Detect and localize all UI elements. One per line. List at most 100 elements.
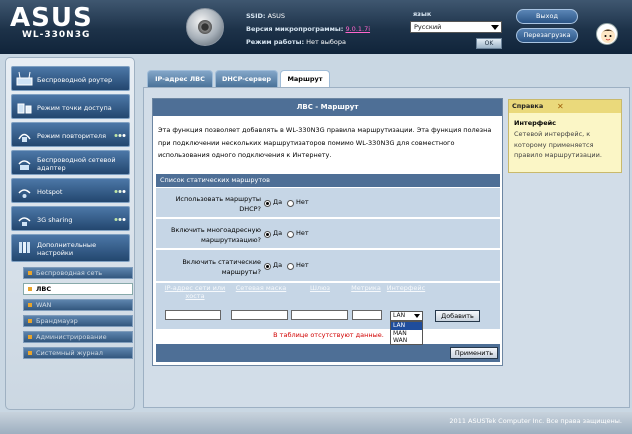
mode-label: Режим работы: bbox=[246, 38, 305, 46]
mode-value: Нет выбора bbox=[306, 38, 346, 46]
column-ip-address: IP-адрес сети или хоста bbox=[164, 284, 226, 300]
header: ASUS WL-330N3G SSID: ASUS Версия микропр… bbox=[0, 0, 632, 54]
submenu-item-administration[interactable]: Администрирование bbox=[23, 331, 133, 343]
ip-address-input[interactable] bbox=[165, 310, 221, 320]
firmware-link[interactable]: 9.0.1.7i bbox=[345, 25, 370, 33]
menu-item-label: Hotspot bbox=[37, 187, 63, 196]
help-panel: Справка ✕ Интерфейс Сетевой интерфейс, к… bbox=[508, 99, 622, 173]
menu-item-label: Беспроводной роутер bbox=[37, 75, 113, 84]
menu-item-label: 3G sharing bbox=[37, 215, 73, 224]
apply-bar: Применить bbox=[156, 344, 500, 362]
interface-value: LAN bbox=[393, 312, 406, 319]
tab-route[interactable]: Маршрут bbox=[280, 70, 330, 88]
route-panel: ЛВС - Маршрут Эта функция позволяет доба… bbox=[152, 98, 503, 366]
column-gateway: Шлюз bbox=[309, 284, 331, 292]
wireless-adapter-icon bbox=[18, 160, 31, 170]
gateway-input[interactable] bbox=[291, 310, 348, 320]
static-routes-no-radio[interactable] bbox=[287, 263, 294, 270]
submenu-item-wireless[interactable]: Беспроводная сеть bbox=[23, 267, 133, 279]
hotspot-icon bbox=[18, 189, 31, 198]
language-ok-button[interactable]: OK bbox=[476, 38, 502, 49]
menu-item-hotspot[interactable]: Hotspot bbox=[11, 178, 130, 203]
tab-dhcp-server[interactable]: DHCP-сервер bbox=[215, 70, 278, 87]
access-point-icon bbox=[17, 103, 32, 114]
signal-dots-icon bbox=[114, 190, 126, 193]
radio-label: Да bbox=[273, 198, 283, 206]
interface-option-man[interactable]: MAN bbox=[391, 330, 422, 338]
static-routes-row: Включить статические маршруты? Да Нет bbox=[156, 249, 500, 281]
radio-label: Да bbox=[273, 229, 283, 237]
menu-item-repeater[interactable]: Режим повторителя bbox=[11, 122, 130, 147]
static-routes-yes-radio[interactable] bbox=[264, 263, 271, 270]
submenu-item-firewall[interactable]: Брандмауэр bbox=[23, 315, 133, 327]
submenu-label: WAN bbox=[36, 301, 52, 309]
copyright-text: 2011 ASUSTek Computer Inc. Все права защ… bbox=[449, 417, 622, 425]
menu-item-label: Беспроводной сетевой адаптер bbox=[37, 155, 116, 172]
bullet-icon bbox=[28, 319, 32, 323]
multicast-routing-label: Включить многоадресную маршрутизацию? bbox=[170, 226, 261, 244]
device-info: SSID: ASUS Версия микропрограммы: 9.0.1.… bbox=[246, 10, 370, 49]
signal-dots-icon bbox=[114, 134, 126, 137]
bullet-icon bbox=[28, 287, 32, 291]
submenu-label: Брандмауэр bbox=[36, 317, 78, 325]
ssid-label: SSID: bbox=[246, 12, 266, 20]
3g-sharing-icon bbox=[18, 217, 31, 226]
router-device-icon bbox=[186, 8, 224, 46]
add-route-button[interactable]: Добавить bbox=[435, 310, 480, 322]
language-select[interactable]: Русский bbox=[410, 21, 502, 33]
column-netmask: Сетевая маска bbox=[235, 284, 287, 292]
bullet-icon bbox=[28, 303, 32, 307]
router-icon bbox=[16, 71, 33, 86]
logout-button[interactable]: Выход bbox=[516, 9, 578, 24]
apply-button[interactable]: Применить bbox=[450, 347, 498, 359]
menu-item-wireless-adapter[interactable]: Беспроводной сетевой адаптер bbox=[11, 150, 130, 175]
multicast-routing-yes-radio[interactable] bbox=[264, 231, 271, 238]
asus-logo-text: ASUS bbox=[10, 3, 93, 29]
metric-input[interactable] bbox=[352, 310, 382, 320]
help-subtitle: Интерфейс bbox=[514, 119, 557, 127]
menu-item-advanced-settings[interactable]: Дополнительные настройки bbox=[11, 234, 130, 262]
mascot-avatar bbox=[596, 23, 618, 45]
dhcp-routes-no-radio[interactable] bbox=[287, 200, 294, 207]
reboot-button[interactable]: Перезагрузка bbox=[516, 28, 578, 43]
menu-item-label: Режим точки доступа bbox=[37, 103, 112, 112]
dhcp-routes-row: Использовать маршруты DHCP? Да Нет bbox=[156, 187, 500, 217]
submenu-label: Беспроводная сеть bbox=[36, 269, 103, 277]
bullet-icon bbox=[28, 271, 32, 275]
interface-select[interactable]: LAN bbox=[390, 311, 423, 321]
submenu-item-wan[interactable]: WAN bbox=[23, 299, 133, 311]
dhcp-routes-yes-radio[interactable] bbox=[264, 200, 271, 207]
radio-label: Нет bbox=[296, 261, 309, 269]
netmask-input[interactable] bbox=[231, 310, 288, 320]
menu-item-3g-sharing[interactable]: 3G sharing bbox=[11, 206, 130, 231]
multicast-routing-row: Включить многоадресную маршрутизацию? Да… bbox=[156, 218, 500, 248]
menu-item-access-point[interactable]: Режим точки доступа bbox=[11, 94, 130, 119]
submenu-item-system-log[interactable]: Системный журнал bbox=[23, 347, 133, 359]
ssid-value: ASUS bbox=[267, 12, 286, 20]
interface-option-wan[interactable]: WAN bbox=[391, 337, 422, 345]
model-name: WL-330N3G bbox=[22, 30, 91, 40]
advanced-settings-icon bbox=[19, 242, 30, 253]
menu-item-label: Режим повторителя bbox=[37, 131, 106, 140]
chevron-down-icon bbox=[491, 25, 499, 30]
language-value: Русский bbox=[414, 23, 442, 31]
submenu-item-lan[interactable]: ЛВС bbox=[23, 283, 133, 295]
submenu-label: ЛВС bbox=[36, 285, 52, 293]
dhcp-routes-label: Использовать маршруты DHCP? bbox=[175, 195, 261, 213]
close-icon[interactable]: ✕ bbox=[557, 100, 564, 113]
firmware-label: Версия микропрограммы: bbox=[246, 25, 344, 33]
static-routes-header: Список статических маршрутов bbox=[156, 174, 500, 187]
help-text: Сетевой интерфейс, к которому применяетс… bbox=[514, 130, 602, 159]
signal-dots-icon bbox=[114, 218, 126, 221]
radio-label: Нет bbox=[296, 198, 309, 206]
multicast-routing-no-radio[interactable] bbox=[287, 231, 294, 238]
submenu-label: Системный журнал bbox=[36, 349, 103, 357]
help-title: Справка bbox=[509, 100, 621, 113]
repeater-icon bbox=[18, 133, 31, 142]
submenu-label: Администрирование bbox=[36, 333, 107, 341]
menu-item-wireless-router[interactable]: Беспроводной роутер bbox=[11, 66, 130, 91]
interface-option-lan[interactable]: LAN bbox=[391, 322, 422, 330]
side-menu: Беспроводной роутер Режим точки доступа … bbox=[5, 57, 135, 410]
bullet-icon bbox=[28, 351, 32, 355]
tab-lan-ip[interactable]: IP-адрес ЛВС bbox=[147, 70, 213, 87]
